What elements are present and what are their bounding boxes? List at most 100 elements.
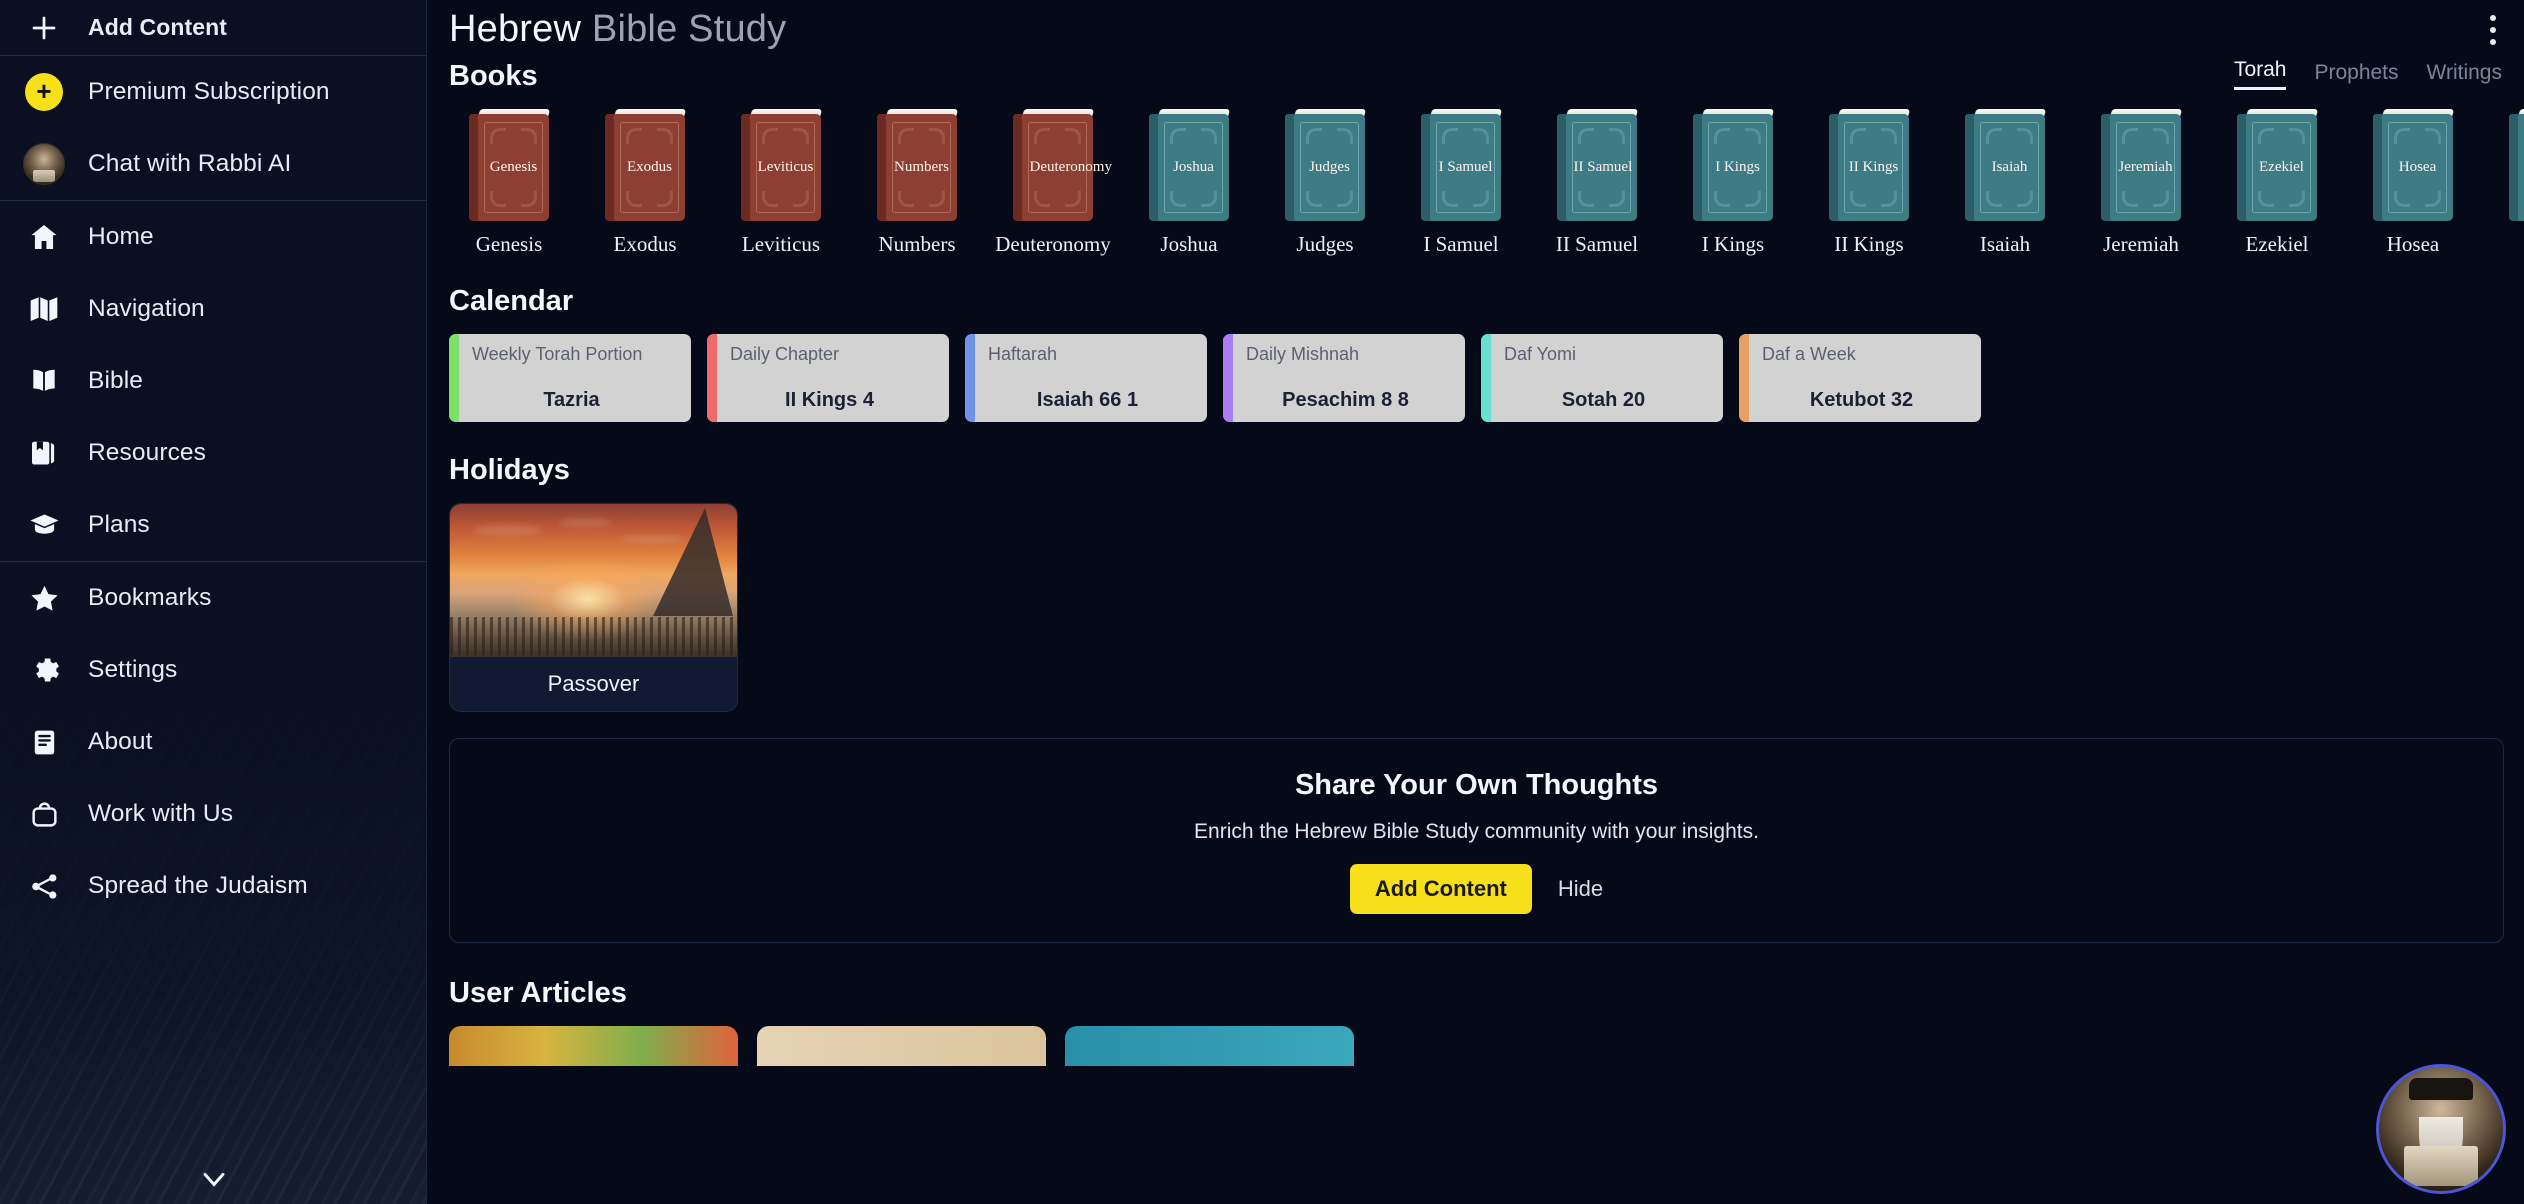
book-card[interactable]: I Kings I Kings (1665, 109, 1801, 257)
user-article-card[interactable] (1065, 1026, 1354, 1066)
books-section-header: Books Torah Prophets Writings (427, 58, 2524, 93)
sidebar-collapse-button[interactable] (0, 1160, 426, 1204)
calendar-card[interactable]: Weekly Torah Portion Tazria (449, 334, 691, 422)
book-cover-title: Hosea (2398, 159, 2437, 175)
book-cover-graphic: Isaiah (1965, 109, 2047, 221)
calendar-card[interactable]: Daily Chapter II Kings 4 (707, 334, 949, 422)
tab-prophets[interactable]: Prophets (2314, 61, 2398, 90)
book-card[interactable]: Numbers Numbers (849, 109, 985, 257)
calendar-card[interactable]: Haftarah Isaiah 66 1 (965, 334, 1207, 422)
add-content-button-primary[interactable]: Add Content (1349, 864, 1532, 914)
book-card[interactable]: Joshua Joshua (1121, 109, 1257, 257)
sidebar-item-bible[interactable]: Bible (0, 345, 426, 417)
book-name: II Samuel (1555, 232, 1639, 256)
graduation-cap-icon (22, 503, 66, 547)
bible-label: Bible (88, 367, 143, 394)
map-icon (22, 287, 66, 331)
star-icon (22, 576, 66, 620)
calendar-card-accent (449, 334, 459, 422)
book-card[interactable]: JoelJoel (2481, 109, 2524, 257)
book-cover-graphic: Judges (1285, 109, 1367, 221)
rabbi-avatar-icon (22, 142, 66, 186)
book-card[interactable]: Hosea Hosea (2345, 109, 2481, 257)
book-card[interactable]: Judges Judges (1257, 109, 1393, 257)
sidebar-item-spread-the-judaism[interactable]: Spread the Judaism (0, 850, 426, 922)
book-card[interactable]: Leviticus Leviticus (713, 109, 849, 257)
document-icon (22, 720, 66, 764)
calendar-card-label: Haftarah (988, 344, 1058, 364)
kebab-menu-icon[interactable] (2476, 8, 2510, 52)
user-article-card[interactable] (757, 1026, 1046, 1066)
book-name: Genesis (475, 232, 543, 256)
resources-label: Resources (88, 439, 207, 466)
bookmark-book-icon (22, 431, 66, 475)
book-cover-graphic: Leviticus (741, 109, 823, 221)
page-title: Hebrew Bible Study (449, 8, 786, 51)
sidebar-item-resources[interactable]: Resources (0, 417, 426, 489)
sidebar: Add Content + Premium Subscription Chat … (0, 0, 427, 1204)
calendar-card-value: Ketubot 32 (1809, 389, 1914, 411)
top-bar: Hebrew Bible Study (427, 0, 2524, 58)
app-root: Add Content + Premium Subscription Chat … (0, 0, 2524, 1204)
book-cover-graphic: II Kings (1829, 109, 1911, 221)
sidebar-item-work-with-us[interactable]: Work with Us (0, 778, 426, 850)
book-card[interactable]: II Kings II Kings (1801, 109, 1937, 257)
tab-writings[interactable]: Writings (2427, 61, 2502, 90)
book-cover-title: Joshua (1173, 159, 1214, 175)
book-name: Leviticus (741, 232, 821, 256)
user-article-card[interactable] (449, 1026, 738, 1066)
books-list[interactable]: Genesis Genesis Exodus Exodus Leviticus Levit… (427, 109, 2524, 257)
work-with-us-label: Work with Us (88, 800, 234, 827)
sidebar-item-about[interactable]: About (0, 706, 426, 778)
bag-icon (22, 792, 66, 836)
share-subtext: Enrich the Hebrew Bible Study community … (1194, 820, 1759, 843)
settings-label: Settings (88, 656, 178, 683)
calendar-card-label: Daf Yomi (1504, 344, 1577, 364)
open-book-icon (22, 359, 66, 403)
book-name: II Kings (1834, 232, 1904, 256)
sidebar-item-chat-with-rabbi-ai[interactable]: Chat with Rabbi AI (0, 128, 426, 200)
chevron-collapse-icon (200, 1171, 228, 1194)
book-card[interactable]: Isaiah Isaiah (1937, 109, 2073, 257)
calendar-card-accent (707, 334, 717, 422)
book-card[interactable]: Jeremiah Jeremiah (2073, 109, 2209, 257)
holiday-card-passover[interactable]: Passover (449, 503, 738, 712)
book-card[interactable]: Exodus Exodus (577, 109, 713, 257)
page-title-strong: Hebrew (449, 7, 582, 50)
calendar-card-value: Isaiah 66 1 (1036, 389, 1139, 411)
share-thoughts-panel: Share Your Own Thoughts Enrich the Hebre… (449, 738, 2504, 943)
rabbi-beard-shape (2418, 1116, 2464, 1174)
book-card[interactable]: II Samuel II Samuel (1529, 109, 1665, 257)
sidebar-item-bookmarks[interactable]: Bookmarks (0, 562, 426, 634)
book-card[interactable]: I Samuel I Samuel (1393, 109, 1529, 257)
calendar-card-label: Daf a Week (1762, 344, 1856, 364)
book-card[interactable]: Ezekiel Ezekiel (2209, 109, 2345, 257)
plus-icon (22, 6, 66, 50)
calendar-card[interactable]: Daily Mishnah Pesachim 8 8 (1223, 334, 1465, 422)
book-cover-graphic: I Samuel (1421, 109, 1503, 221)
book-cover-graphic: I Kings (1693, 109, 1775, 221)
calendar-card-accent (1223, 334, 1233, 422)
plans-label: Plans (88, 511, 150, 538)
book-cover-graphic: Genesis (469, 109, 551, 221)
book-cover-title: Deuteronomy (1029, 159, 1112, 175)
share-actions: Add Content Hide (450, 864, 2503, 914)
rabbi-hat-shape (2408, 1078, 2474, 1101)
chat-with-rabbi-ai-fab[interactable] (2376, 1064, 2506, 1194)
calendar-card-value: II Kings 4 (785, 389, 874, 411)
sidebar-item-premium-subscription[interactable]: + Premium Subscription (0, 56, 426, 128)
holiday-name: Passover (547, 671, 640, 696)
tab-torah[interactable]: Torah (2233, 58, 2287, 90)
user-articles-title: User Articles (449, 977, 627, 1009)
calendar-card-value: Tazria (543, 389, 600, 411)
calendar-card[interactable]: Daf Yomi Sotah 20 (1481, 334, 1723, 422)
book-card[interactable]: Genesis Genesis (441, 109, 577, 257)
sidebar-item-navigation[interactable]: Navigation (0, 273, 426, 345)
add-content-button[interactable]: Add Content (0, 0, 426, 55)
sidebar-item-settings[interactable]: Settings (0, 634, 426, 706)
book-card[interactable]: Deuteronomy Deuteronomy (985, 109, 1121, 257)
calendar-card[interactable]: Daf a Week Ketubot 32 (1739, 334, 1981, 422)
sidebar-item-plans[interactable]: Plans (0, 489, 426, 561)
sidebar-item-home[interactable]: Home (0, 201, 426, 273)
hide-button[interactable]: Hide (1558, 876, 1603, 902)
